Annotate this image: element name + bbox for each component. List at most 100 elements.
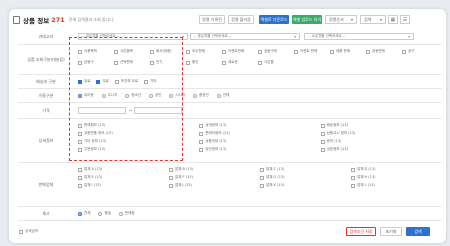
chevron-down-icon: ▾ — [408, 34, 410, 39]
det-option[interactable]: 판매자정보 (13) — [199, 131, 316, 136]
sel-option[interactable]: 업체 A (23) — [78, 167, 165, 172]
option-label: 품절 — [104, 211, 111, 215]
checkbox[interactable] — [222, 60, 226, 65]
checkbox[interactable] — [294, 49, 298, 54]
option-label: 업체 A (23) — [84, 167, 103, 171]
sel-option[interactable]: 업체 F (13) — [169, 175, 256, 180]
checkbox[interactable] — [260, 183, 264, 188]
checkbox[interactable] — [320, 131, 325, 136]
sel-option[interactable]: 업체 G (13) — [260, 175, 347, 180]
checkbox[interactable] — [199, 123, 204, 128]
svc-option[interactable]: 공동판매 — [366, 49, 402, 54]
option-label: 문의 (13) — [326, 139, 342, 143]
sort-select[interactable]: 정렬순서 ▾ — [325, 15, 357, 24]
checkbox[interactable] — [199, 139, 204, 144]
radio-button[interactable] — [118, 211, 123, 216]
radio-button[interactable] — [78, 211, 82, 216]
det-option[interactable]: 상품고시 정보 (13) — [320, 131, 438, 136]
sel-option[interactable]: 업체 E (13) — [78, 175, 165, 180]
toggle-label: 상세검색 — [25, 229, 38, 233]
sel-option[interactable]: 업체 C (13) — [260, 167, 347, 172]
checkbox[interactable] — [320, 147, 325, 152]
page-title: 상품 정보 — [23, 17, 50, 25]
checkbox[interactable] — [78, 183, 82, 188]
svc-option[interactable]: 이벤트 판매 — [294, 49, 330, 54]
svc-option[interactable]: 이벤트판매 — [222, 49, 258, 54]
svc-option[interactable]: 공동구매 — [258, 49, 294, 54]
radio-button[interactable] — [98, 211, 103, 216]
det-option[interactable]: 배송정보 (13) — [320, 123, 438, 128]
svc-option[interactable]: 사은품 — [258, 60, 294, 65]
checkbox[interactable] — [169, 183, 173, 188]
usg-option[interactable]: 전체 — [216, 93, 229, 98]
load-sort-button[interactable]: 정렬 불러옴 — [228, 15, 254, 24]
sel-option[interactable]: 업체 J (13) — [169, 183, 256, 188]
detail-search-toggle[interactable]: 상세검색 — [19, 227, 38, 236]
checkbox[interactable] — [78, 175, 82, 180]
svc-option[interactable]: 새로운 — [222, 60, 258, 65]
checkbox[interactable] — [199, 131, 204, 136]
stk-option[interactable]: 전체 — [78, 211, 90, 216]
det-option[interactable]: 상세정보 (13) — [199, 123, 316, 128]
search-button[interactable]: 검색 — [406, 227, 430, 236]
list-view-icon[interactable]: ☰ — [400, 15, 410, 24]
radio-button[interactable] — [216, 93, 221, 98]
excel-upload-button[interactable]: 엑셀 업로드 하기 — [292, 15, 322, 24]
checkbox[interactable] — [186, 49, 190, 54]
svc-option[interactable]: 공구 — [402, 49, 438, 54]
checkbox[interactable] — [402, 49, 406, 54]
checkbox[interactable] — [351, 175, 355, 180]
checkbox[interactable] — [199, 147, 204, 152]
svc-option[interactable]: 모두판매 — [186, 49, 222, 54]
toggle-checkbox[interactable] — [19, 229, 23, 234]
checkbox[interactable] — [260, 175, 264, 180]
svc-option[interactable]: 제품 판매 — [330, 49, 366, 54]
row-label: 배송비 구분 — [36, 78, 56, 84]
checkbox[interactable] — [320, 139, 325, 144]
checkbox[interactable] — [258, 60, 262, 65]
category-medium-select[interactable]: -- 중분류를 선택하세요 -- ▾ — [190, 33, 300, 40]
sel-option[interactable]: 업체 H (13) — [351, 175, 438, 180]
saved-sort-button[interactable]: 정렬 기록된 — [199, 15, 225, 24]
option-label: 모두판매 — [192, 49, 205, 53]
sel-option[interactable]: 업체 B (13) — [169, 167, 256, 172]
reset-button[interactable]: 초기화 — [380, 227, 402, 236]
row-label: 상품 조회구분(대분류) — [27, 56, 65, 62]
checkbox[interactable] — [169, 167, 173, 172]
checkbox[interactable] — [351, 167, 355, 172]
sel-option[interactable]: 업체 K (13) — [260, 183, 347, 188]
checkbox[interactable] — [258, 49, 262, 54]
category-small-select[interactable]: -- 소분류를 선택하세요 -- ▾ — [304, 33, 414, 40]
sel-option[interactable]: 업체 I (13) — [78, 183, 165, 188]
excel-download-button[interactable]: 엑셀로 다운로드 — [259, 15, 289, 24]
option-label: 사은품 — [264, 60, 274, 64]
page-subtitle: 전체 검색결과 조회 합니다. — [68, 17, 115, 22]
checkbox[interactable] — [260, 167, 264, 172]
search-select[interactable]: 검색 ▾ — [360, 15, 386, 24]
checkbox[interactable] — [366, 49, 370, 54]
radio-button[interactable] — [193, 93, 198, 98]
det-option[interactable]: 쿠폰정보 (13) — [320, 147, 438, 152]
checkbox[interactable] — [222, 49, 226, 54]
option-label: 판매중 — [124, 211, 135, 215]
checkbox[interactable] — [78, 167, 82, 172]
sel-option[interactable]: 업체 L (13) — [351, 183, 438, 188]
det-option[interactable]: 문의 (13) — [320, 139, 438, 144]
stk-option[interactable]: 품절 — [98, 211, 111, 216]
checkbox[interactable] — [169, 175, 173, 180]
svc-option[interactable]: 할인 — [186, 60, 222, 65]
option-label: 업체 H (13) — [357, 175, 376, 179]
det-option[interactable]: 상품리뷰 (13) — [199, 139, 316, 144]
checkbox[interactable] — [330, 49, 334, 54]
checkbox[interactable] — [320, 123, 325, 128]
det-option[interactable]: 정산정보 (13) — [199, 147, 316, 152]
sel-option[interactable]: 업체 D (13) — [351, 167, 438, 172]
usg-option[interactable]: 중장년 — [193, 93, 209, 98]
checkbox[interactable] — [186, 60, 190, 65]
save-condition-button[interactable]: 검색조건 저장 — [346, 227, 376, 236]
checkbox[interactable] — [351, 183, 355, 188]
search-select-value: 검색 — [364, 16, 372, 22]
row-label: 판매업체 — [38, 181, 54, 187]
grid-view-icon[interactable]: ▦ — [388, 15, 398, 24]
stk-option[interactable]: 판매중 — [118, 211, 135, 216]
